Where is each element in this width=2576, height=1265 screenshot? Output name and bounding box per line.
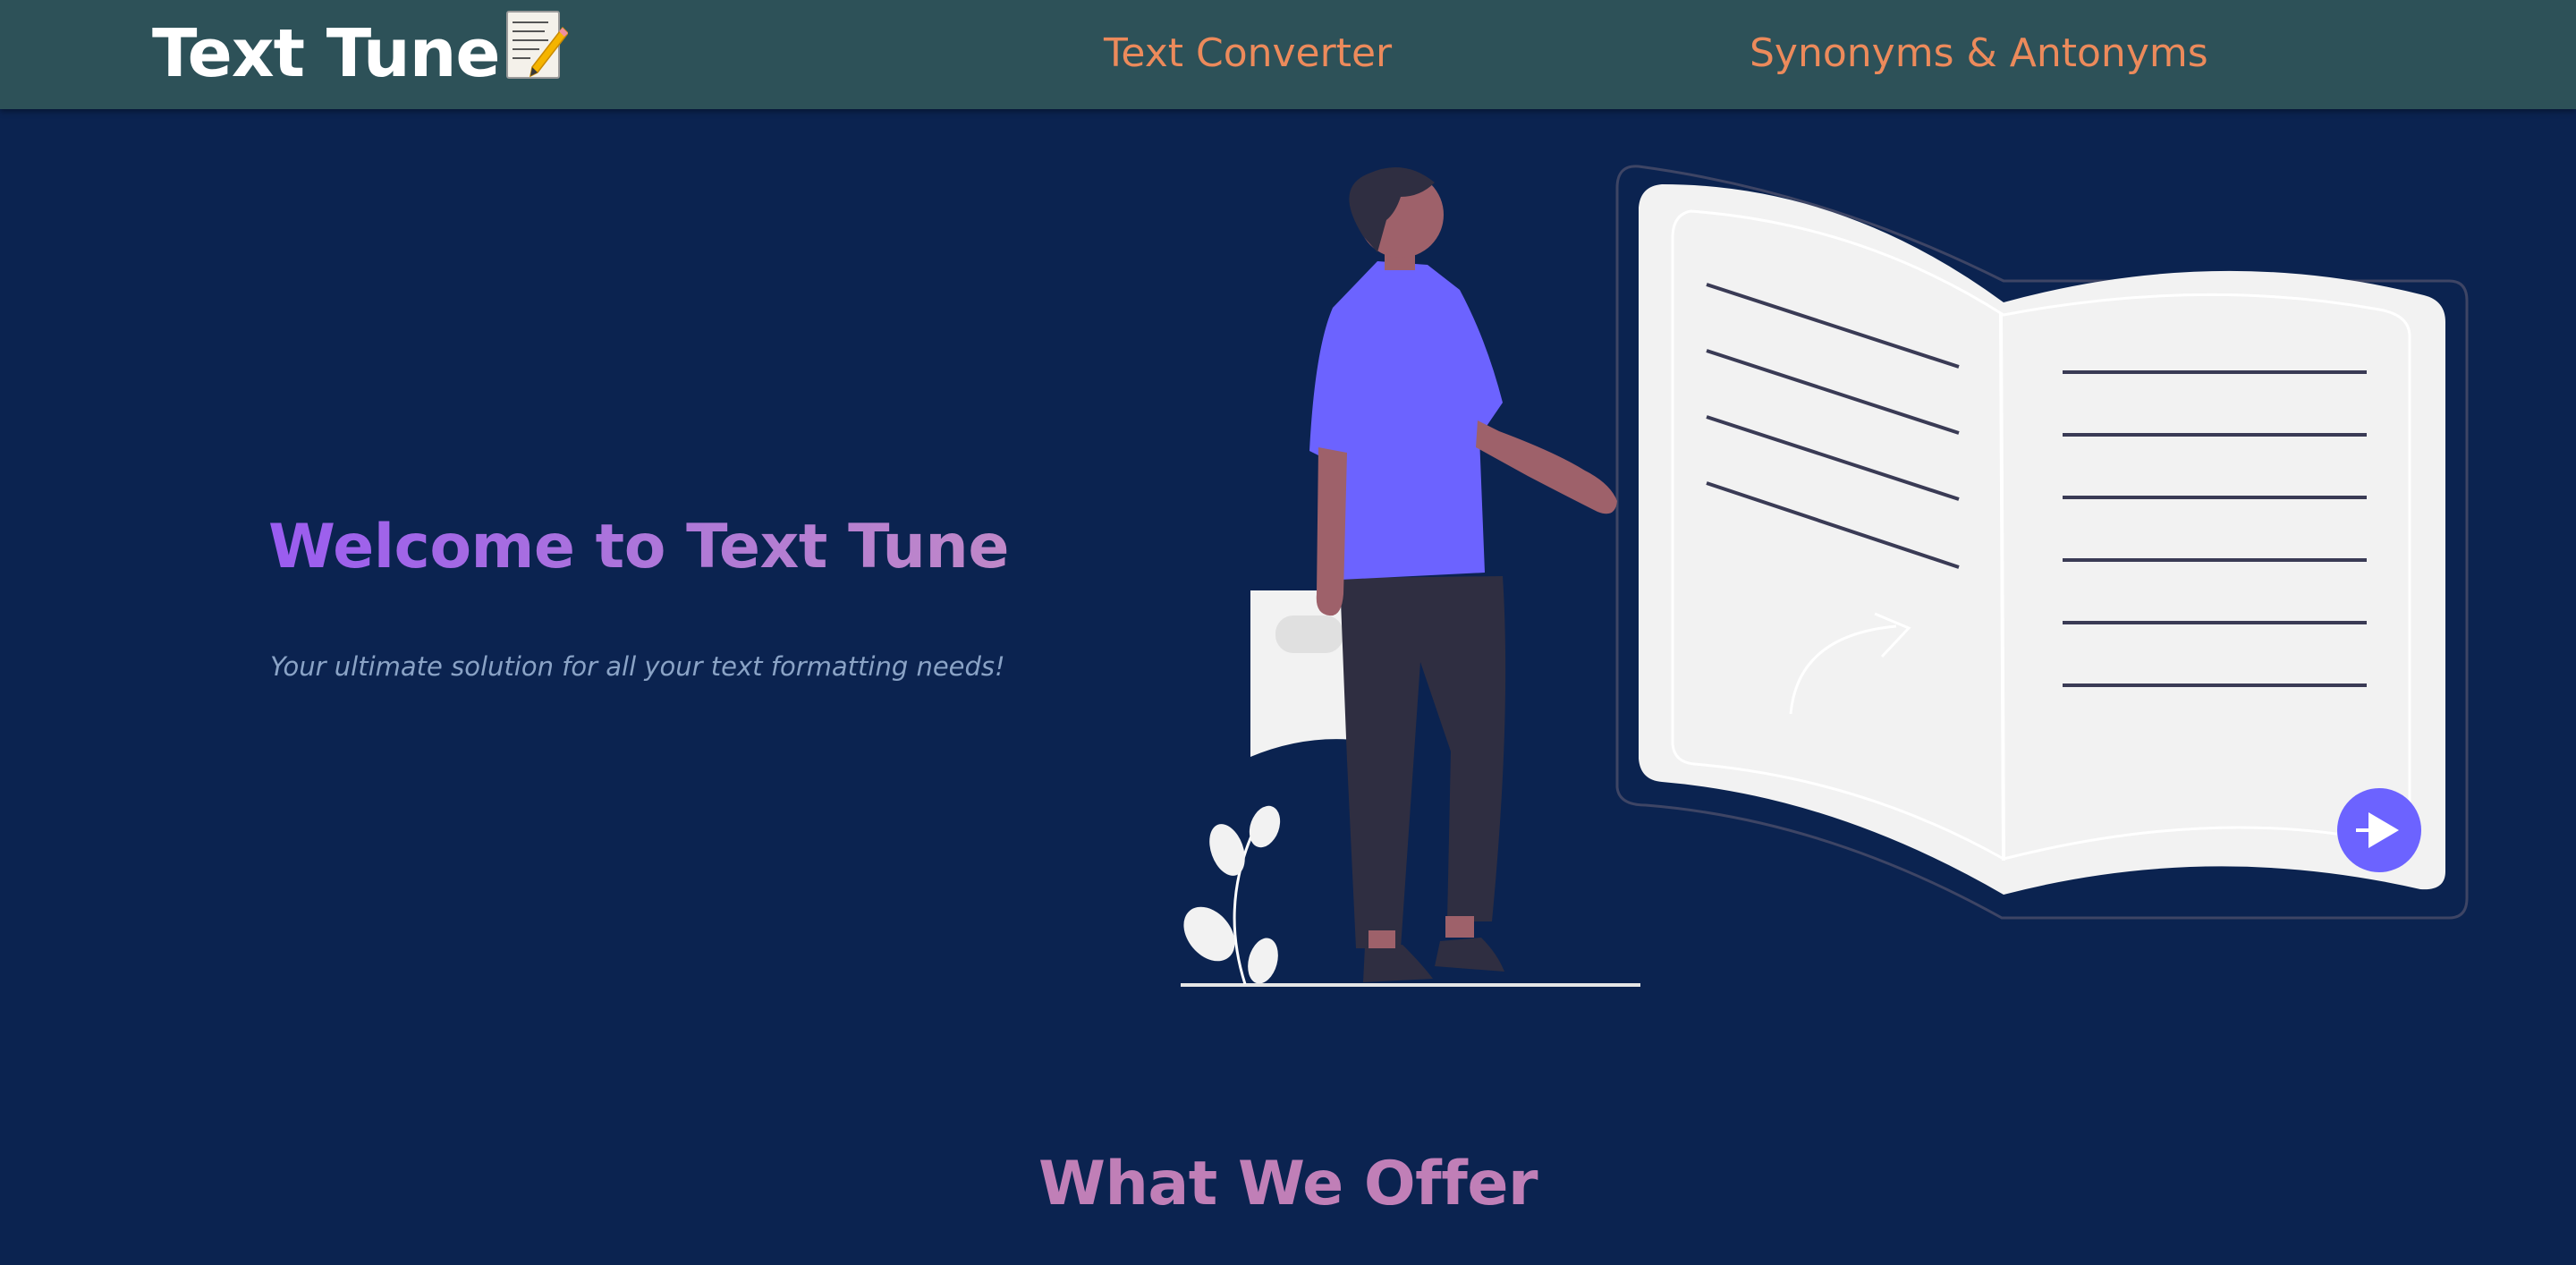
what-we-offer-heading: What We Offer — [1038, 1149, 1538, 1219]
navbar: Text Tune Text Converter Synonyms & Anto… — [0, 0, 2576, 109]
hero-subtitle: Your ultimate solution for all your text… — [270, 651, 1005, 682]
nav-link-text-converter[interactable]: Text Converter — [1104, 30, 1392, 76]
memo-pencil-icon — [504, 10, 569, 98]
hero-title: Welcome to Text Tune — [268, 512, 1009, 582]
brand-name: Text Tune — [152, 15, 501, 92]
brand-logo-link[interactable]: Text Tune — [152, 9, 569, 98]
nav-link-synonyms-antonyms[interactable]: Synonyms & Antonyms — [1750, 30, 2208, 76]
person-reading-open-book-illustration — [1163, 143, 2487, 1006]
